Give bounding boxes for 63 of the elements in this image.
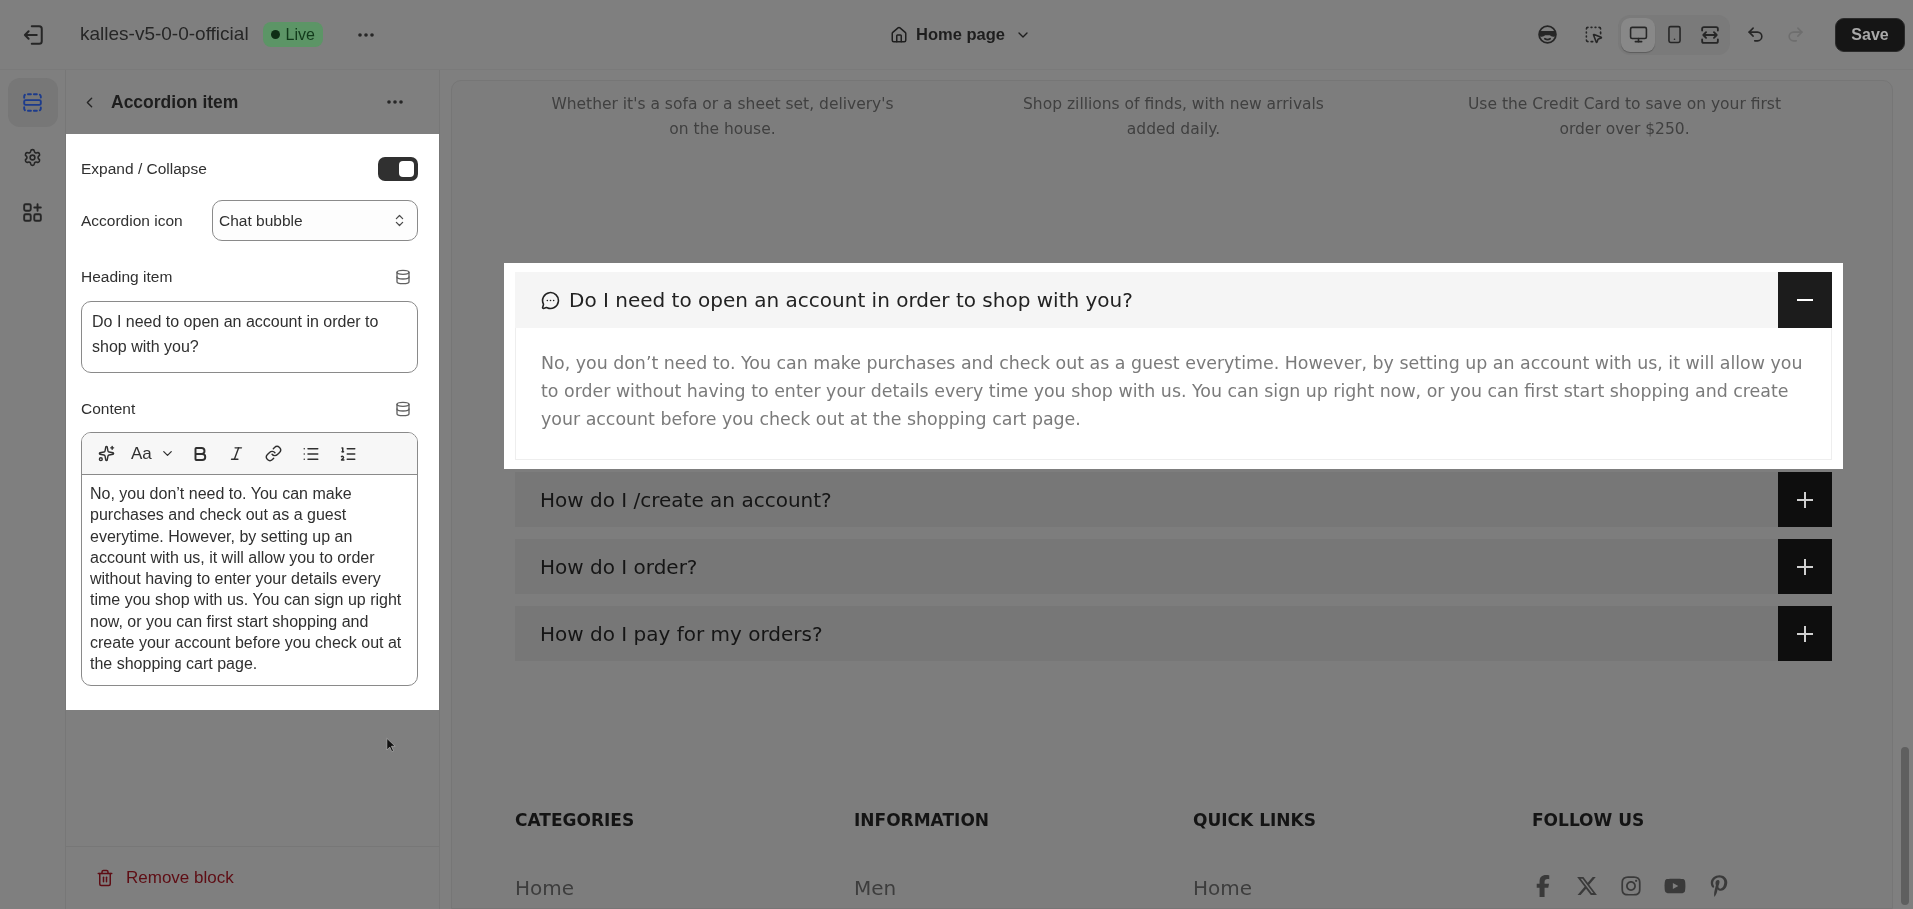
exit-icon	[23, 24, 43, 45]
heading-input[interactable]: Do I need to open an account in order to shop with you?	[81, 301, 418, 373]
minus-icon	[1797, 299, 1813, 301]
footer-link[interactable]: Men	[854, 876, 1193, 900]
icon-select[interactable]: Chat bubble	[212, 200, 418, 241]
dashed-select-icon	[1583, 25, 1603, 44]
status-label: Live	[285, 24, 315, 45]
link-icon	[265, 445, 283, 462]
chat-bubble-icon	[541, 290, 560, 310]
sections-icon	[23, 93, 42, 112]
expand-button[interactable]	[1778, 539, 1832, 594]
plus-icon	[1797, 625, 1813, 642]
sparkle-icon	[97, 445, 115, 462]
save-button[interactable]: Save	[1835, 17, 1905, 52]
apps-icon	[23, 203, 42, 222]
accordion-header[interactable]: How do I order?	[515, 539, 1832, 594]
setting-label: Heading item	[81, 267, 173, 288]
page-selector[interactable]: Home page	[882, 17, 1039, 52]
scrollbar-thumb[interactable]	[1901, 747, 1909, 905]
ellipsis-icon	[387, 100, 403, 104]
feature-text: Whether it's a sofa or a sheet set, delivery's on the house.	[550, 94, 895, 140]
instagram-icon[interactable]	[1620, 875, 1642, 897]
footer-heading: QUICK LINKS	[1193, 809, 1317, 831]
setting-label: Content	[81, 399, 136, 420]
view-mode-button[interactable]	[1621, 17, 1655, 52]
mouse-cursor-icon	[386, 737, 396, 753]
plus-icon	[1797, 558, 1813, 575]
feature-text: Shop zillions of finds, with new arrivals added daily.	[1022, 94, 1325, 140]
remove-block-button[interactable]: Remove block	[94, 861, 236, 895]
store-name: kalles-v5-0-0-official	[80, 22, 249, 47]
content-editor-field[interactable]: No, you don’t need to. You can make purchases and check out as a guest everytime. However, by setting up an account with us, it will allow you to order without having to enter your details every time you shop with us. You can sign up right now, or you can first start shopping and create your account before you check out at the shopping cart page.	[82, 475, 417, 685]
full-width-icon	[1701, 25, 1719, 44]
database-icon[interactable]	[395, 269, 411, 285]
panel-title: Accordion item	[111, 90, 240, 114]
expand-button[interactable]	[1778, 472, 1832, 527]
numbered-list-icon	[338, 444, 357, 463]
footer-link[interactable]: Home	[515, 876, 854, 900]
x-logo-icon[interactable]	[1576, 875, 1598, 897]
setting-label: Expand / Collapse	[81, 159, 207, 180]
face-icon	[1537, 25, 1557, 44]
settings-icon	[23, 148, 42, 167]
expand-button[interactable]	[1778, 606, 1832, 661]
feature-text: Use the Credit Card to save on your first order over $250.	[1467, 94, 1782, 140]
footer-link[interactable]: Home	[1193, 876, 1532, 900]
toggle-switch[interactable]	[378, 157, 418, 181]
accordion-answer: No, you don’t need to. You can make purchases and check out as a guest everytime. However, by setting up an account with us, it will allow you to order without having to enter your details every time you shop with us. You can sign up right now, or you can first start shopping and create your account before you check out at the shopping cart page.	[541, 352, 1804, 431]
trash-icon	[96, 869, 114, 887]
accordion-header[interactable]: How do I pay for my orders?	[515, 606, 1832, 661]
footer-heading: INFORMATION	[854, 809, 991, 831]
database-icon[interactable]	[395, 401, 411, 417]
monitor-icon	[1628, 25, 1648, 44]
undo-icon	[1745, 25, 1765, 44]
ellipsis-icon	[357, 32, 374, 37]
text-style-button[interactable]: Aa	[129, 439, 177, 468]
plus-icon	[1797, 491, 1813, 508]
rail-button[interactable]	[7, 78, 58, 127]
accordion-header[interactable]: Do I need to open an account in order to shop with you?	[515, 272, 1832, 328]
accordion-header[interactable]: How do I /create an account?	[515, 472, 1832, 527]
footer-heading: CATEGORIES	[515, 809, 636, 831]
pinterest-icon[interactable]	[1708, 875, 1730, 897]
footer-heading: FOLLOW US	[1532, 809, 1646, 831]
setting-label: Accordion icon	[81, 210, 183, 231]
house-icon	[890, 25, 909, 44]
